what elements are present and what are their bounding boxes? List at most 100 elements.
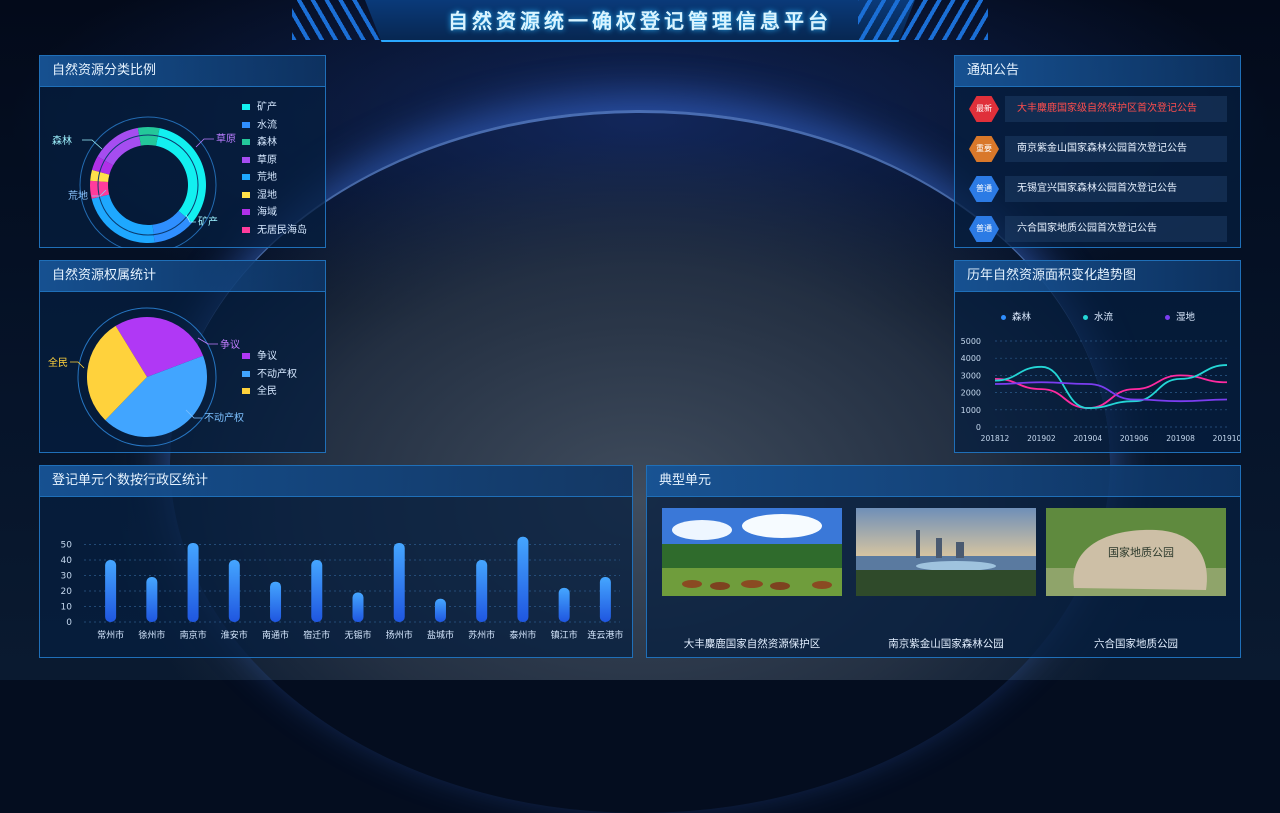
legend-swatch	[242, 104, 250, 110]
panel-title: 历年自然资源面积变化趋势图	[955, 261, 1240, 292]
x-tick-label: 宿迁市	[303, 629, 330, 641]
legend-label: 矿产	[257, 102, 277, 113]
callout-wasteland: 荒地	[68, 189, 88, 202]
notice-text[interactable]: 大丰麋鹿国家级自然保护区首次登记公告	[1005, 96, 1227, 122]
y-tick-label: 20	[61, 587, 73, 597]
y-tick-label: 4000	[961, 354, 981, 363]
notice-tag: 普通	[969, 176, 999, 202]
bar-苏州市[interactable]	[476, 560, 488, 622]
panel-title: 典型单元	[647, 466, 1240, 497]
legend-label: 湿地	[257, 189, 277, 201]
x-tick-label: 盐城市	[427, 629, 454, 641]
callout-grassland: 草原	[216, 133, 236, 145]
geopark-image: 国家地质公园	[1046, 508, 1226, 596]
stone-inscription: 国家地质公园	[1108, 545, 1174, 559]
bar-南京市[interactable]	[187, 542, 199, 622]
notice-text[interactable]: 南京紫金山国家森林公园首次登记公告	[1005, 136, 1227, 162]
x-tick-label: 淮安市	[221, 629, 248, 641]
legend-label: 水流	[257, 119, 277, 131]
notice-item[interactable]: 最新 大丰麋鹿国家级自然保护区首次登记公告	[965, 96, 1227, 122]
line-chart: 5000 4000 3000 2000 1000 0201812 201902 201904 2…	[961, 337, 1240, 443]
x-tick-label: 常州市	[97, 629, 124, 641]
panel-title: 通知公告	[955, 56, 1240, 87]
panel-title: 自然资源权属统计	[40, 261, 325, 292]
typical-panel: 典型单元 大丰麋鹿国家自然资源保护区 南京紫金山国家森林公园 国家地质公园 六合…	[646, 465, 1241, 658]
x-tick-label: 无锡市	[344, 629, 371, 641]
donut-slice-森林[interactable]	[137, 127, 160, 146]
legend-item: 水流	[242, 117, 307, 135]
bar-扬州市[interactable]	[393, 542, 405, 622]
legend-item: 矿产	[242, 99, 307, 117]
bar-宿迁市[interactable]	[311, 560, 323, 622]
legend-dot	[1001, 315, 1006, 320]
y-tick-label: 2000	[961, 389, 981, 398]
legend-item: 森林	[242, 134, 307, 152]
callout-property: 不动产权	[204, 411, 244, 424]
bar-常州市[interactable]	[105, 560, 117, 622]
legend-item: 荒地	[242, 169, 307, 187]
legend-swatch	[242, 121, 250, 128]
callout-line	[197, 337, 218, 345]
x-tick-label: 南通市	[262, 629, 289, 641]
x-tick-label: 201902	[1027, 434, 1056, 443]
notice-item[interactable]: 普通 六合国家地质公园首次登记公告	[965, 216, 1227, 242]
panel-title: 自然资源分类比例	[40, 56, 325, 87]
x-tick-label: 南京市	[180, 629, 207, 641]
page-title: 自然资源统一确权登记管理信息平台	[448, 9, 832, 33]
bar-chart: 50 40 30 20 10 0 常州市 徐州市 南京市 淮安市 南通市 宿迁市 无锡市 扬州市 盐城市 苏州…	[61, 536, 623, 641]
y-tick-label: 10	[61, 603, 73, 613]
bar-泰州市[interactable]	[517, 536, 529, 622]
legend-label: 海域	[257, 207, 277, 218]
photo-geopark[interactable]: 国家地质公园	[1046, 508, 1226, 596]
photo-caption: 南京紫金山国家森林公园	[888, 638, 1004, 650]
header: 自然资源统一确权登记管理信息平台	[0, 0, 1280, 42]
x-tick-label: 201910	[1213, 434, 1240, 443]
x-tick-label: 201906	[1120, 434, 1149, 443]
notice-panel: 通知公告 最新 大丰麋鹿国家级自然保护区首次登记公告 重要 南京紫金山国家森林公…	[954, 55, 1241, 248]
x-tick-label: 连云港市	[587, 629, 623, 641]
y-tick-label: 1000	[961, 406, 981, 415]
legend-swatch	[242, 174, 250, 180]
registration-panel: 登记单元个数按行政区统计 50 40 30 20 10 0 常州市 徐州市 南京市 淮安市 南通市 宿…	[39, 465, 633, 658]
bar-连云港市[interactable]	[599, 577, 611, 622]
legend-item: 不动产权	[242, 366, 297, 384]
trend-panel: 历年自然资源面积变化趋势图 森林 水流 湿地 5000 4000 3000 2000 1…	[954, 260, 1241, 453]
bar-无锡市[interactable]	[352, 592, 364, 622]
callout-line	[70, 361, 85, 369]
x-tick-label: 201812	[981, 434, 1010, 443]
notice-item[interactable]: 普通 无锡宜兴国家森林公园首次登记公告	[965, 176, 1227, 202]
deer-reserve-image	[662, 508, 842, 596]
notice-tag: 普通	[969, 216, 999, 242]
legend-label: 不动产权	[257, 368, 297, 380]
legend-swatch	[242, 388, 250, 394]
bar-淮安市[interactable]	[228, 560, 240, 622]
legend-item: 海域	[242, 204, 307, 222]
notice-text[interactable]: 无锡宜兴国家森林公园首次登记公告	[1005, 176, 1227, 202]
bar-徐州市[interactable]	[146, 577, 158, 622]
legend-item: 全民	[242, 383, 297, 401]
donut-slice-矿产[interactable]	[155, 128, 207, 223]
bar-镇江市[interactable]	[558, 587, 570, 622]
legend-swatch	[242, 139, 250, 145]
legend-label: 草原	[257, 154, 277, 166]
photo-deer-reserve[interactable]	[662, 508, 842, 596]
bar-盐城市[interactable]	[434, 598, 446, 622]
x-tick-label: 苏州市	[468, 629, 495, 641]
notice-text[interactable]: 六合国家地质公园首次登记公告	[1005, 216, 1227, 242]
y-tick-label: 30	[61, 572, 73, 582]
notice-item[interactable]: 重要 南京紫金山国家森林公园首次登记公告	[965, 136, 1227, 162]
x-tick-label: 201908	[1166, 434, 1195, 443]
y-tick-label: 5000	[961, 337, 981, 346]
photo-zijinshan[interactable]	[856, 508, 1036, 596]
legend-label: 全民	[257, 386, 277, 397]
legend-label: 争议	[257, 351, 277, 362]
panel-title: 登记单元个数按行政区统计	[40, 466, 632, 497]
ownership-legend: 争议 不动产权 全民	[242, 348, 297, 401]
legend-dot	[1083, 315, 1088, 320]
legend-swatch	[242, 156, 250, 163]
legend-item-wetland: 湿地	[1165, 309, 1195, 323]
legend-swatch	[242, 226, 250, 233]
callout-dispute: 争议	[220, 338, 240, 351]
bar-南通市[interactable]	[270, 581, 282, 622]
zijinshan-image	[856, 508, 1036, 596]
